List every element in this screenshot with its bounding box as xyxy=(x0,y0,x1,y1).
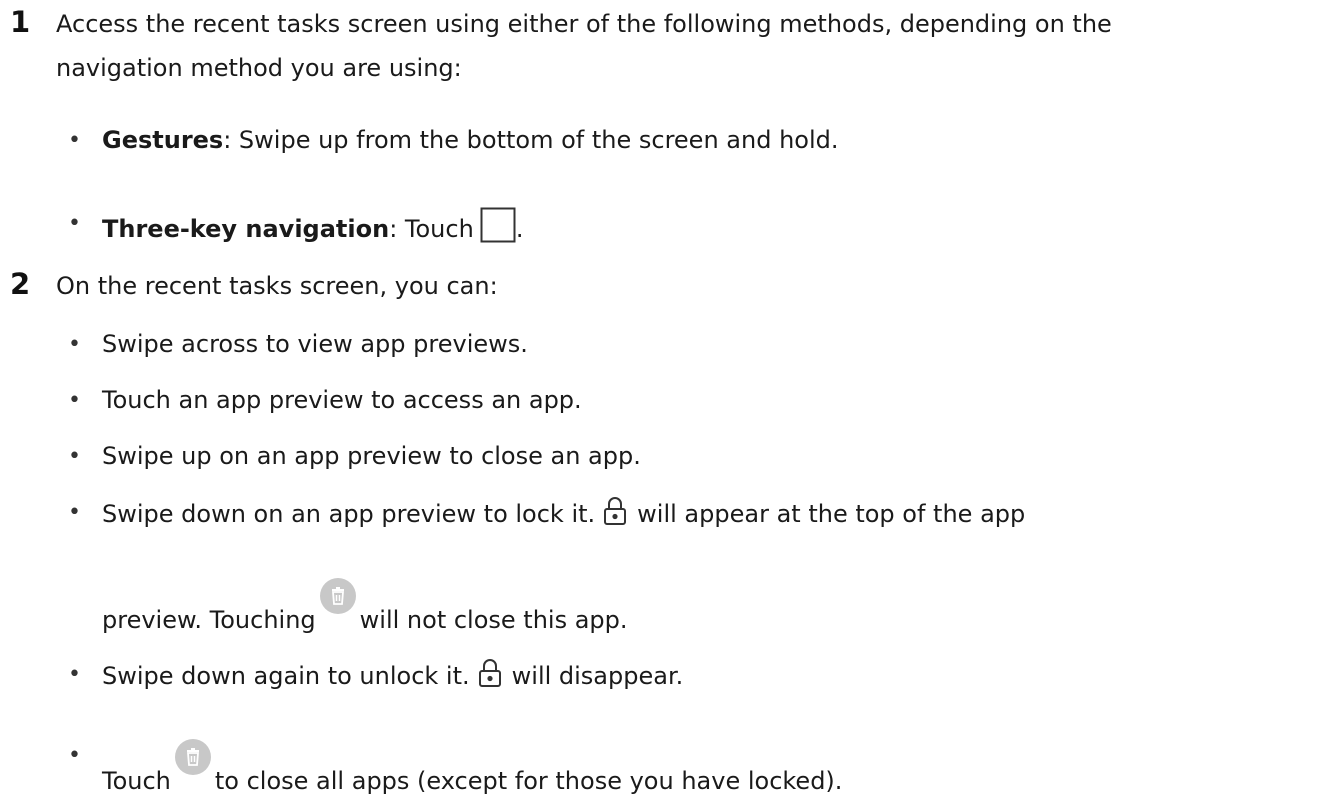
touching-text-before: preview. Touching xyxy=(102,606,316,634)
bullet-swipe-across: Swipe across to view app previews. xyxy=(102,330,528,358)
bullet-swipe-down-lock: Swipe down on an app preview to lock it.… xyxy=(102,496,1025,530)
document-page: 1 Access the recent tasks screen using e… xyxy=(0,0,1341,795)
trash-delete-icon xyxy=(174,739,211,775)
bullet-dot: • xyxy=(68,332,81,357)
square-recent-tasks-icon xyxy=(480,207,516,243)
bullet-gestures: Gestures: Swipe up from the bottom of th… xyxy=(102,124,839,156)
step-1-intro-line-1: Access the recent tasks screen using eit… xyxy=(56,10,1112,38)
step-number-2: 2 xyxy=(10,267,31,301)
gestures-text: : Swipe up from the bottom of the screen… xyxy=(223,126,839,154)
touching-text-after: will not close this app. xyxy=(359,606,628,634)
lock-text-after: will appear at the top of the app xyxy=(637,500,1026,528)
bullet-touch-preview: Touch an app preview to access an app. xyxy=(102,386,582,414)
bullet-dot: • xyxy=(68,444,81,469)
trash-delete-icon xyxy=(319,578,356,614)
unlock-text-after: will disappear. xyxy=(511,662,684,690)
bullet-dot: • xyxy=(68,211,81,236)
bullet-unlock: Swipe down again to unlock it. will disap… xyxy=(102,658,683,692)
bullet-dot: • xyxy=(68,662,81,687)
bullet-swipe-up: Swipe up on an app preview to close an a… xyxy=(102,442,641,470)
bullet-close-all: Touch to close all apps (except for those… xyxy=(102,739,842,797)
three-key-label: Three-key navigation xyxy=(102,215,390,243)
step-number-1: 1 xyxy=(10,5,31,39)
bullet-dot: • xyxy=(68,388,81,413)
lock-icon xyxy=(478,658,502,688)
lock-icon xyxy=(603,496,627,526)
three-key-text: : Touch xyxy=(389,215,474,243)
close-all-text-before: Touch xyxy=(102,767,171,795)
bullet-dot: • xyxy=(68,743,81,768)
bullet-dot: • xyxy=(68,500,81,525)
three-key-suffix: . xyxy=(515,215,524,243)
lock-text-before: Swipe down on an app preview to lock it. xyxy=(102,500,596,528)
bullet-swipe-down-lock-line-2: preview. Touching will not close this app… xyxy=(102,578,628,636)
unlock-text-before: Swipe down again to unlock it. xyxy=(102,662,470,690)
step-2-intro: On the recent tasks screen, you can: xyxy=(56,272,498,300)
bullet-dot: • xyxy=(68,128,81,153)
bullet-three-key: Three-key navigation: Touch. xyxy=(102,207,523,245)
close-all-text-after: to close all apps (except for those you … xyxy=(214,767,843,795)
gestures-label: Gestures xyxy=(102,126,224,154)
step-1-intro-line-2: navigation method you are using: xyxy=(56,54,462,82)
